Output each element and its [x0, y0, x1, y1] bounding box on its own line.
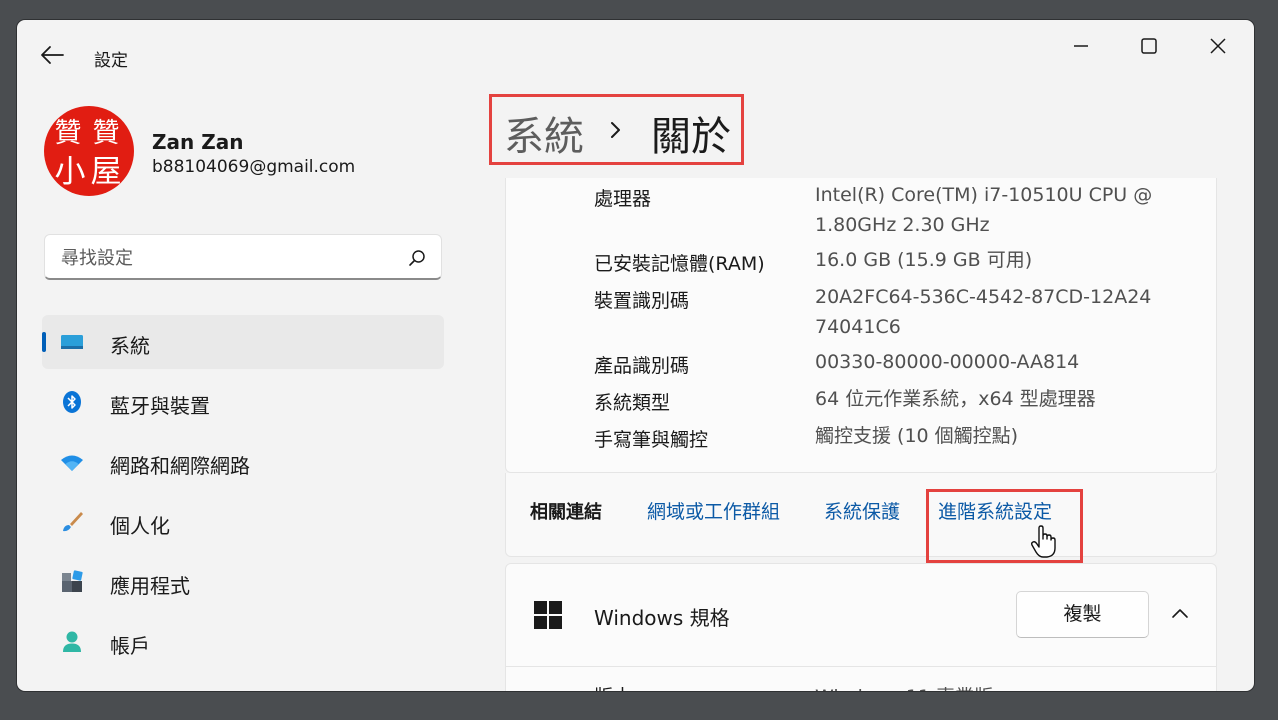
sidebar-item-label: 應用程式: [110, 574, 190, 598]
spec-label: 版本: [594, 682, 632, 691]
sidebar-item-system[interactable]: 系統: [42, 315, 444, 369]
avatar[interactable]: 贊 贊 小 屋: [44, 106, 134, 196]
avatar-char-3: 小: [55, 154, 86, 190]
avatar-char-2: 贊: [93, 118, 120, 149]
search-icon[interactable]: [407, 248, 427, 268]
sidebar-item-personalization[interactable]: 個人化: [42, 495, 444, 549]
spec-value: 20A2FC64-536C-4542-87CD-12A24 74041C6: [815, 286, 1152, 338]
windows-spec-card: Windows 規格 複製 版本 Windows 11 專業版: [505, 563, 1217, 691]
content-area[interactable]: 處理器 Intel(R) Core(TM) i7-10510U CPU @ 1.…: [489, 178, 1254, 691]
spec-label: 手寫筆與觸控: [594, 429, 709, 451]
avatar-image: 贊 贊 小 屋: [55, 118, 122, 190]
sidebar-item-label: 藍牙與裝置: [110, 394, 210, 418]
minimize-icon[interactable]: [1069, 34, 1093, 58]
user-name: Zan Zan: [152, 130, 244, 154]
avatar-char-4: 屋: [91, 154, 122, 190]
sidebar-item-label: 網路和網際網路: [110, 454, 250, 478]
windows-spec-title: Windows 規格: [594, 606, 730, 630]
bluetooth-icon: [63, 391, 81, 413]
account-icon: [63, 631, 81, 652]
page-title: 關於: [651, 114, 731, 160]
chevron-right-icon: [611, 122, 620, 138]
related-links-row: 相關連結 網域或工作群組 系統保護 進階系統設定: [505, 473, 1217, 557]
sidebar-item-label: 帳戶: [110, 634, 150, 658]
back-arrow-icon[interactable]: [39, 44, 65, 66]
spec-label: 處理器: [594, 188, 652, 210]
paintbrush-icon: [63, 512, 83, 532]
user-email: b88104069@gmail.com: [152, 157, 356, 177]
settings-window: 設定 贊 贊 小 屋 Zan Zan b88104069@gmail.com 尋…: [17, 20, 1254, 691]
related-links-title: 相關連結: [530, 502, 602, 523]
spec-value: 64 位元作業系統，x64 型處理器: [815, 388, 1096, 410]
sidebar-item-bluetooth[interactable]: 藍牙與裝置: [42, 375, 444, 429]
apps-icon: [62, 570, 83, 592]
spec-label: 產品識別碼: [594, 355, 690, 377]
device-specs-card: 處理器 Intel(R) Core(TM) i7-10510U CPU @ 1.…: [505, 178, 1217, 473]
sidebar-item-network[interactable]: 網路和網際網路: [42, 435, 444, 489]
spec-label: 已安裝記憶體(RAM): [594, 253, 765, 275]
divider: [506, 666, 1216, 667]
sidebar-item-label: 系統: [110, 334, 150, 358]
system-display-icon: [61, 335, 83, 349]
hand-cursor-icon: [1030, 525, 1056, 558]
close-icon[interactable]: [1206, 34, 1230, 58]
link-system-protection[interactable]: 系統保護: [824, 497, 900, 524]
spec-label: 系統類型: [594, 392, 671, 414]
windows-logo-icon: [534, 601, 562, 629]
copy-button[interactable]: 複製: [1016, 591, 1149, 638]
spec-value: Intel(R) Core(TM) i7-10510U CPU @ 1.80GH…: [815, 184, 1153, 236]
advanced-settings-highlight: [926, 489, 1083, 563]
app-title: 設定: [94, 51, 128, 71]
spec-value: 16.0 GB (15.9 GB 可用): [815, 249, 1033, 271]
spec-value: 00330-80000-00000-AA814: [815, 351, 1080, 373]
spec-label: 裝置識別碼: [594, 290, 690, 312]
wifi-icon: [61, 455, 83, 471]
chevron-up-icon[interactable]: [1170, 604, 1190, 624]
active-indicator: [42, 332, 46, 352]
spec-value: 觸控支援 (10 個觸控點): [815, 425, 1019, 447]
sidebar-item-accounts[interactable]: 帳戶: [42, 615, 444, 669]
spec-value: Windows 11 專業版: [815, 682, 993, 691]
avatar-char-1: 贊: [55, 118, 82, 149]
link-domain-workgroup[interactable]: 網域或工作群組: [647, 497, 780, 524]
sidebar-item-label: 個人化: [110, 514, 170, 538]
search-input[interactable]: [59, 243, 393, 273]
breadcrumb-parent[interactable]: 系統: [504, 104, 584, 162]
title-bar: 設定: [17, 20, 1254, 71]
search-box: [44, 234, 442, 280]
maximize-icon[interactable]: [1137, 34, 1161, 58]
sidebar-item-apps[interactable]: 應用程式: [42, 555, 444, 609]
